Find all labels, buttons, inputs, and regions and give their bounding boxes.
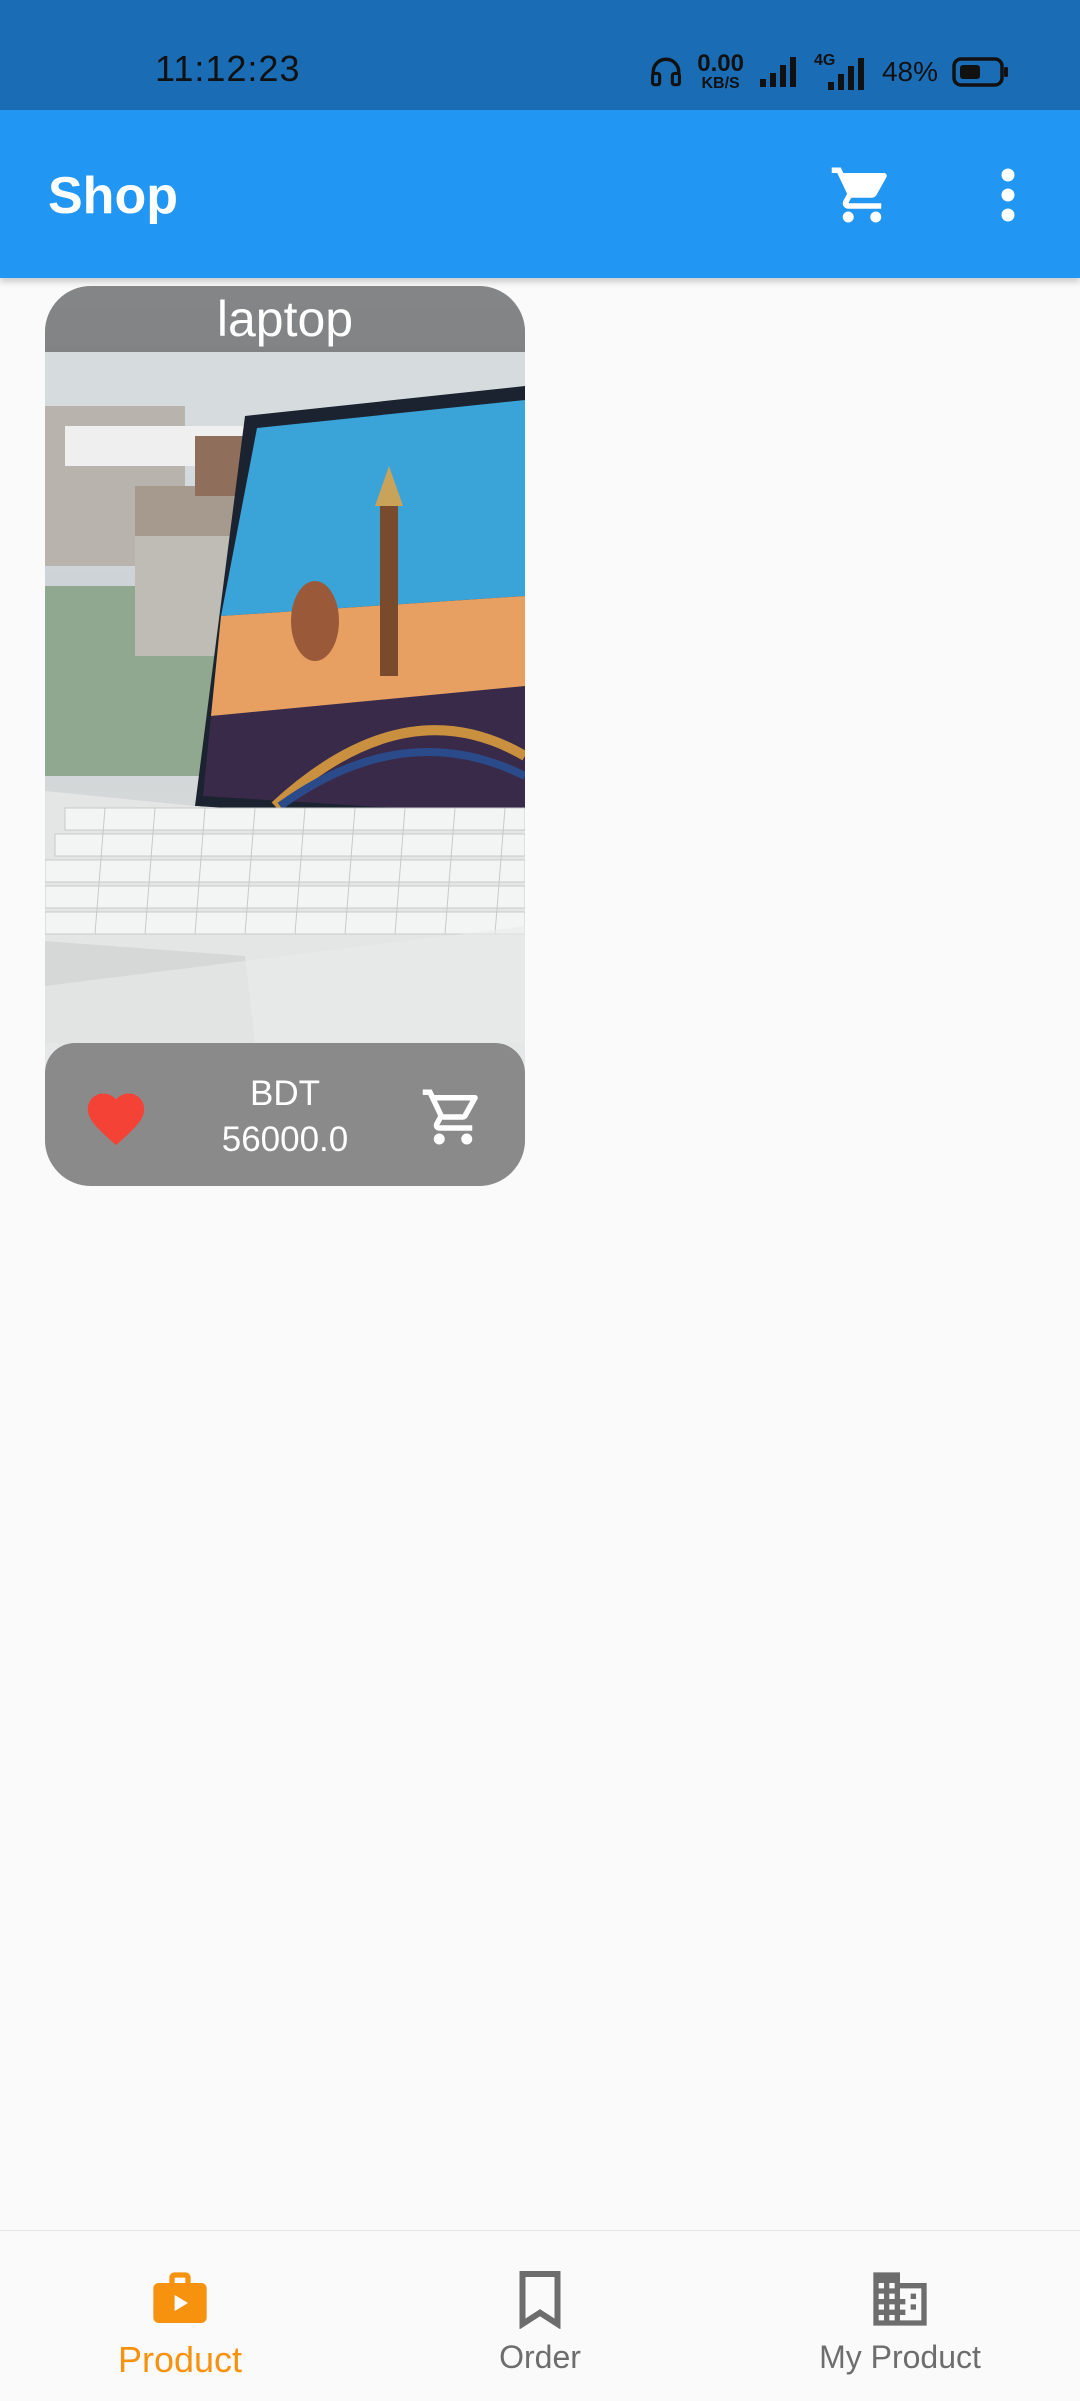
net-speed-value: 0.00 <box>697 50 744 77</box>
add-to-cart-button[interactable] <box>415 1079 491 1155</box>
signal-4g: 4G <box>814 52 868 92</box>
app-bar: Shop <box>0 110 1080 278</box>
nav-item-product[interactable]: Product <box>0 2231 360 2401</box>
nav-label-product: Product <box>117 2339 243 2380</box>
more-vert-icon <box>1001 168 1015 222</box>
signal-icon <box>759 57 796 87</box>
price-currency: BDT <box>250 1074 320 1113</box>
status-time: 11:12:23 <box>155 48 301 89</box>
net-speed: 0.00 KB/S <box>697 52 744 92</box>
heart-icon <box>87 1093 145 1146</box>
product-icon <box>153 2272 207 2323</box>
signal-4g-icon <box>827 58 864 90</box>
product-title-band: laptop <box>45 286 525 352</box>
nav-label-my-product: My Product <box>819 2339 981 2375</box>
cart-outline-icon <box>422 1089 478 1145</box>
product-card[interactable]: laptop BDT 56000.0 <box>45 286 525 1186</box>
status-icons: 0.00 KB/S 4G 48% <box>649 50 1010 94</box>
bookmark-icon <box>519 2271 561 2329</box>
battery-icon <box>952 57 1008 87</box>
product-price: BDT 56000.0 <box>195 1071 375 1163</box>
price-value: 56000.0 <box>221 1120 349 1159</box>
bottom-nav: Product Order My Product <box>0 2230 1080 2400</box>
cart-button[interactable] <box>822 160 902 230</box>
net-speed-unit: KB/S <box>701 75 740 92</box>
product-name: laptop <box>216 291 354 347</box>
cart-icon <box>831 167 887 223</box>
nav-item-order[interactable]: Order <box>360 2231 720 2401</box>
nav-label-order: Order <box>499 2339 581 2375</box>
status-bar: 11:12:23 0.00 KB/S 4G 48% <box>0 0 1080 110</box>
page-title: Shop <box>48 167 178 225</box>
favorite-button[interactable] <box>81 1081 151 1151</box>
product-footer: BDT 56000.0 <box>45 1043 525 1186</box>
more-options-button[interactable] <box>978 160 1038 230</box>
nav-item-my-product[interactable]: My Product <box>720 2231 1080 2401</box>
battery-percent: 48% <box>881 56 938 87</box>
business-icon <box>873 2272 927 2326</box>
headphones-icon <box>651 57 682 87</box>
